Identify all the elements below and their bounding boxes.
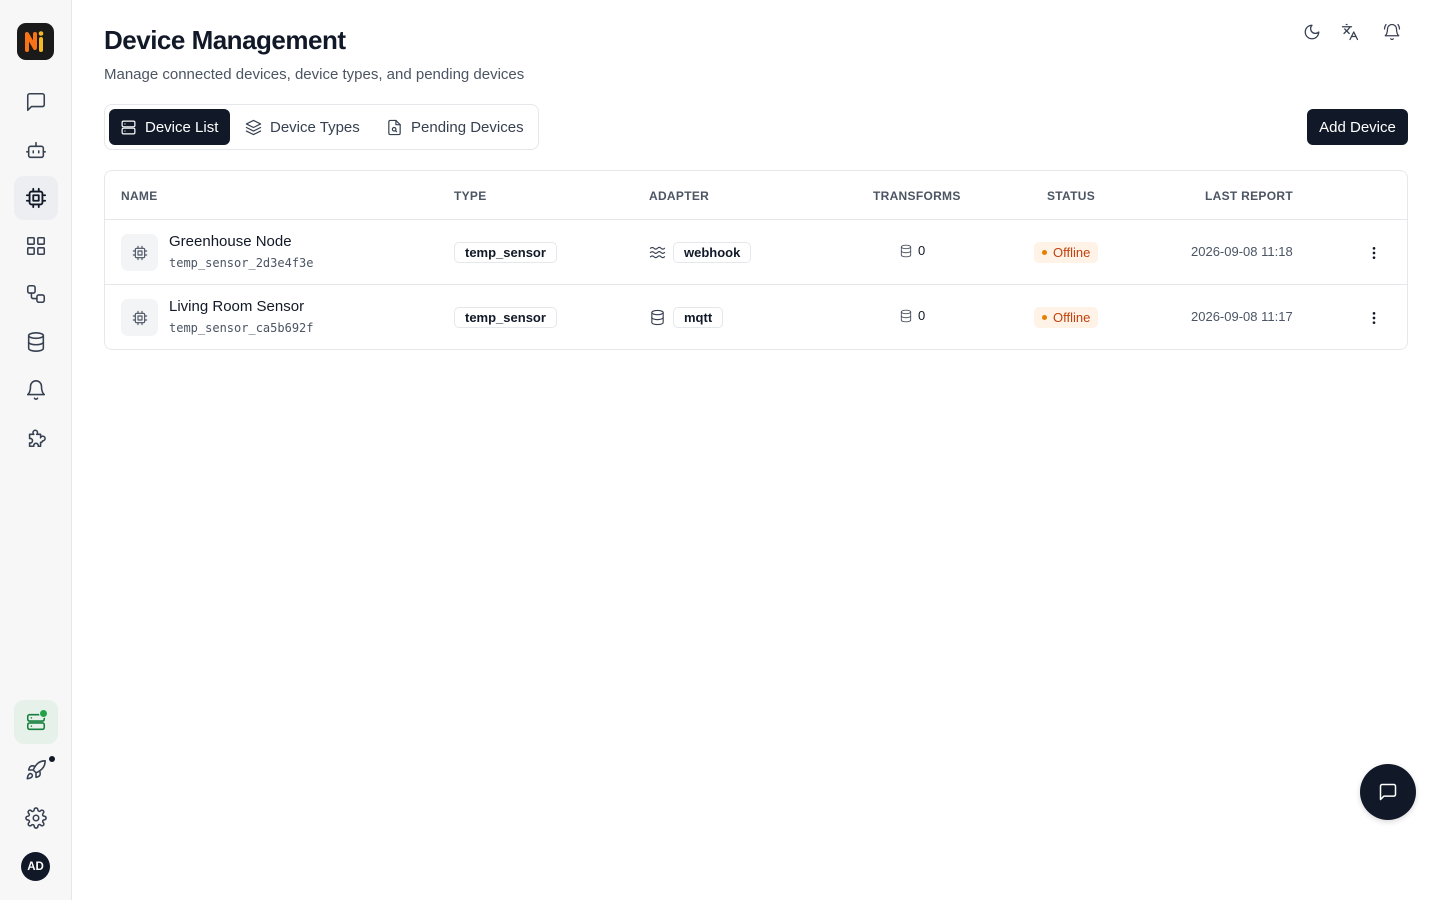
sidebar-item-devices[interactable] bbox=[14, 176, 58, 220]
database-icon bbox=[27, 332, 45, 352]
database-icon bbox=[900, 244, 912, 257]
device-icon bbox=[121, 299, 158, 336]
page-subtitle: Manage connected devices, device types, … bbox=[104, 66, 525, 83]
notification-dot bbox=[49, 756, 55, 762]
database-icon bbox=[900, 309, 912, 322]
sidebar-item-alerts[interactable] bbox=[14, 368, 58, 412]
adapter-badge: mqtt bbox=[673, 307, 724, 328]
status-badge: Offline bbox=[1034, 242, 1099, 263]
layout-grid-icon bbox=[26, 236, 46, 256]
puzzle-icon bbox=[28, 429, 46, 448]
column-header-transforms: TRANSFORMS bbox=[873, 189, 961, 203]
bell-ring-icon bbox=[1383, 23, 1401, 41]
server-icon bbox=[121, 120, 136, 134]
sidebar-item-chat[interactable] bbox=[14, 80, 58, 124]
adapter-badge: webhook bbox=[673, 242, 752, 263]
column-header-adapter: ADAPTER bbox=[649, 189, 710, 203]
tab-device-types[interactable]: Device Types bbox=[234, 109, 367, 145]
waves-icon bbox=[649, 244, 666, 261]
column-header-name: NAME bbox=[121, 189, 158, 203]
tab-pending-devices[interactable]: Pending Devices bbox=[375, 109, 533, 145]
notifications-button[interactable] bbox=[1380, 20, 1404, 44]
bot-icon bbox=[26, 141, 46, 159]
column-header-status: STATUS bbox=[1047, 189, 1096, 203]
row-actions-button[interactable] bbox=[1363, 242, 1385, 264]
sidebar-item-updates[interactable] bbox=[14, 748, 58, 792]
avatar[interactable]: AD bbox=[21, 852, 50, 881]
status-badge: Offline bbox=[1034, 307, 1099, 328]
more-vertical-icon bbox=[1372, 247, 1376, 259]
chat-fab-button[interactable] bbox=[1360, 764, 1416, 820]
device-name[interactable]: Living Room Sensor bbox=[169, 298, 304, 315]
theme-toggle-button[interactable] bbox=[1300, 20, 1324, 44]
sidebar-item-dashboards[interactable] bbox=[14, 224, 58, 268]
device-icon bbox=[121, 234, 158, 271]
row-actions-button[interactable] bbox=[1363, 307, 1385, 329]
tab-bar: Device List Device Types Pending Devices bbox=[104, 104, 539, 150]
last-report-time: 2026-09-08 11:18 bbox=[1191, 244, 1293, 259]
column-header-last-report: LAST REPORT bbox=[1205, 189, 1293, 203]
device-name[interactable]: Greenhouse Node bbox=[169, 233, 292, 250]
translate-icon bbox=[1341, 23, 1359, 41]
logo-icon[interactable] bbox=[17, 23, 54, 60]
page-title: Device Management bbox=[104, 25, 346, 55]
tab-label: Pending Devices bbox=[411, 118, 524, 136]
status-dot bbox=[1042, 250, 1047, 255]
table-header: NAME TYPE ADAPTER TRANSFORMS STATUS LAST… bbox=[105, 171, 1407, 220]
gear-icon bbox=[25, 807, 47, 829]
device-type-badge: temp_sensor bbox=[454, 242, 557, 263]
bell-icon bbox=[26, 380, 46, 400]
status-label: Offline bbox=[1053, 245, 1091, 260]
workflow-icon bbox=[26, 284, 46, 304]
status-label: Offline bbox=[1053, 310, 1091, 325]
device-type-badge: temp_sensor bbox=[454, 307, 557, 328]
table-row[interactable]: Living Room Sensor temp_sensor_ca5b692f … bbox=[105, 285, 1407, 350]
layers-icon bbox=[245, 119, 262, 135]
transforms-value: 0 bbox=[918, 308, 926, 323]
column-header-type: TYPE bbox=[454, 189, 487, 203]
tab-device-list[interactable]: Device List bbox=[109, 109, 230, 145]
device-id: temp_sensor_2d3e4f3e bbox=[169, 256, 314, 270]
sidebar-item-plugins[interactable] bbox=[14, 416, 58, 460]
language-button[interactable] bbox=[1338, 20, 1362, 44]
status-dot bbox=[1042, 315, 1047, 320]
cpu-icon bbox=[25, 187, 47, 209]
sidebar: AD bbox=[0, 0, 72, 900]
sidebar-item-automations[interactable] bbox=[14, 272, 58, 316]
sidebar-item-data[interactable] bbox=[14, 320, 58, 364]
sidebar-item-settings[interactable] bbox=[14, 796, 58, 840]
rocket-icon bbox=[26, 760, 46, 780]
online-status-dot bbox=[39, 709, 48, 718]
device-table: NAME TYPE ADAPTER TRANSFORMS STATUS LAST… bbox=[104, 170, 1408, 350]
transforms-count: 0 bbox=[899, 308, 925, 323]
tab-label: Device Types bbox=[270, 118, 360, 136]
sidebar-item-agents[interactable] bbox=[14, 128, 58, 172]
transforms-count: 0 bbox=[899, 243, 925, 258]
tab-label: Device List bbox=[145, 118, 219, 136]
table-row[interactable]: Greenhouse Node temp_sensor_2d3e4f3e tem… bbox=[105, 220, 1407, 285]
moon-icon bbox=[1304, 24, 1320, 40]
add-device-button[interactable]: Add Device bbox=[1307, 109, 1408, 145]
database-icon bbox=[649, 309, 666, 326]
cpu-icon bbox=[132, 245, 147, 260]
cpu-icon bbox=[132, 310, 147, 325]
more-vertical-icon bbox=[1372, 312, 1376, 324]
transforms-value: 0 bbox=[918, 243, 926, 258]
device-id: temp_sensor_ca5b692f bbox=[169, 321, 314, 335]
message-square-icon bbox=[26, 92, 46, 112]
message-square-icon bbox=[1379, 783, 1397, 801]
last-report-time: 2026-09-08 11:17 bbox=[1191, 309, 1293, 324]
file-search-icon bbox=[388, 119, 401, 135]
sidebar-item-gateway[interactable] bbox=[14, 700, 58, 744]
